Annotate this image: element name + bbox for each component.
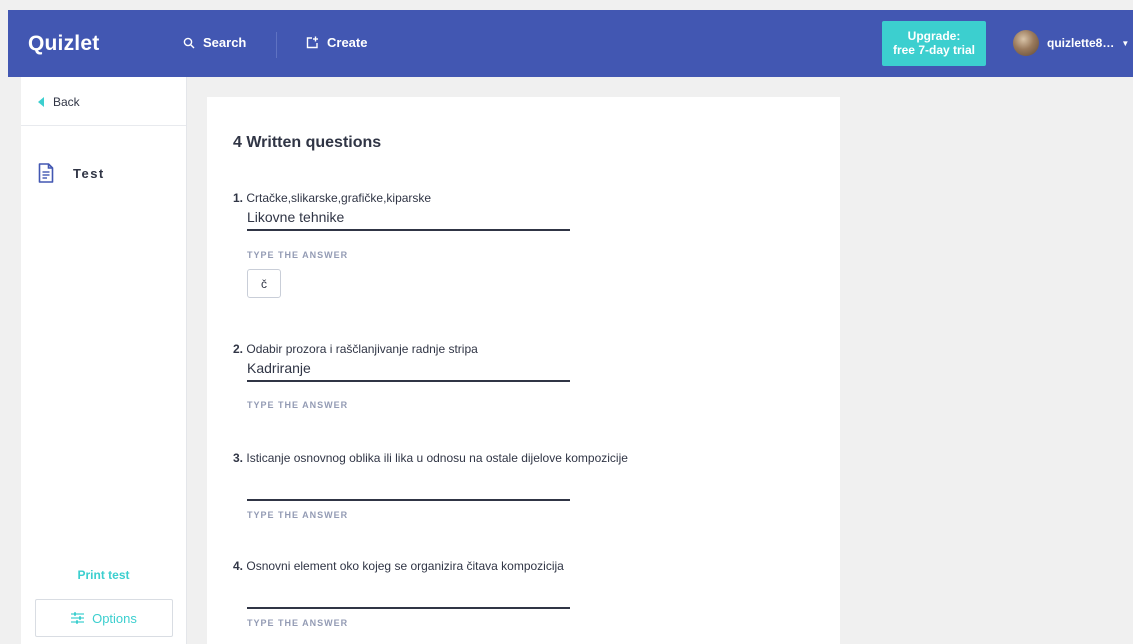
answer-input-4[interactable]: [247, 583, 570, 609]
create-label: Create: [327, 35, 368, 50]
question-number: 1.: [233, 191, 244, 205]
user-menu[interactable]: quizlette8… ▼: [1013, 30, 1129, 56]
upgrade-line-2: free 7-day trial: [892, 43, 976, 57]
document-icon: [38, 163, 54, 183]
question-number: 3.: [233, 451, 244, 465]
question-number: 4.: [233, 559, 244, 573]
question-text: 3. Isticanje osnovnog oblika ili lika u …: [233, 451, 813, 465]
question-prompt: Isticanje osnovnog oblika ili lika u odn…: [246, 451, 628, 465]
test-card: 4 Written questions 1. Crtačke,slikarske…: [207, 97, 840, 644]
answer-input-2[interactable]: [247, 356, 570, 382]
create-icon: [306, 36, 318, 49]
search-button[interactable]: Search: [183, 35, 246, 50]
sliders-icon: [71, 612, 85, 624]
username: quizlette8…: [1047, 36, 1115, 50]
question-prompt: Osnovni element oko kojeg se organizira …: [246, 559, 564, 573]
special-character-button[interactable]: č: [247, 269, 281, 298]
type-answer-label: TYPE THE ANSWER: [247, 618, 349, 628]
answer-input-1[interactable]: [247, 205, 570, 231]
mode-label: Test: [73, 165, 105, 181]
question-4: 4. Osnovni element oko kojeg se organizi…: [233, 559, 813, 628]
question-number: 2.: [233, 342, 244, 356]
back-label: Back: [53, 95, 80, 109]
nav-divider: [276, 32, 277, 58]
answer-input-3[interactable]: [247, 475, 570, 501]
options-button[interactable]: Options: [35, 599, 173, 637]
question-prompt: Crtačke,slikarske,grafičke,kiparske: [246, 191, 432, 205]
question-3: 3. Isticanje osnovnog oblika ili lika u …: [233, 451, 813, 520]
search-icon: [183, 37, 195, 48]
question-1: 1. Crtačke,slikarske,grafičke,kiparske T…: [233, 191, 813, 298]
type-answer-label: TYPE THE ANSWER: [247, 250, 349, 260]
upgrade-line-1: Upgrade:: [907, 29, 961, 43]
question-text: 1. Crtačke,slikarske,grafičke,kiparske: [233, 191, 813, 205]
back-arrow-icon: [38, 97, 44, 107]
search-label: Search: [203, 35, 247, 50]
top-navigation-bar: Quizlet Search Create Upgrade: free 7-da…: [8, 10, 1133, 77]
print-test-link[interactable]: Print test: [21, 568, 186, 582]
quizlet-logo[interactable]: Quizlet: [28, 32, 99, 56]
question-2: 2. Odabir prozora i raščlanjivanje radnj…: [233, 342, 813, 410]
back-link[interactable]: Back: [38, 95, 80, 109]
create-button[interactable]: Create: [306, 35, 367, 50]
avatar: [1013, 30, 1039, 56]
chevron-down-icon: ▼: [1121, 38, 1130, 48]
question-text: 2. Odabir prozora i raščlanjivanje radnj…: [233, 342, 813, 356]
question-text: 4. Osnovni element oko kojeg se organizi…: [233, 559, 813, 573]
section-title: 4 Written questions: [233, 134, 382, 151]
upgrade-button[interactable]: Upgrade: free 7-day trial: [882, 21, 986, 66]
type-answer-label: TYPE THE ANSWER: [247, 400, 349, 410]
sidebar-item-test[interactable]: Test: [38, 163, 105, 183]
question-prompt: Odabir prozora i raščlanjivanje radnje s…: [246, 342, 478, 356]
sidebar: Back Test Print test Options: [21, 77, 187, 644]
sidebar-divider: [21, 125, 186, 126]
type-answer-label: TYPE THE ANSWER: [247, 510, 349, 520]
options-label: Options: [92, 610, 137, 626]
